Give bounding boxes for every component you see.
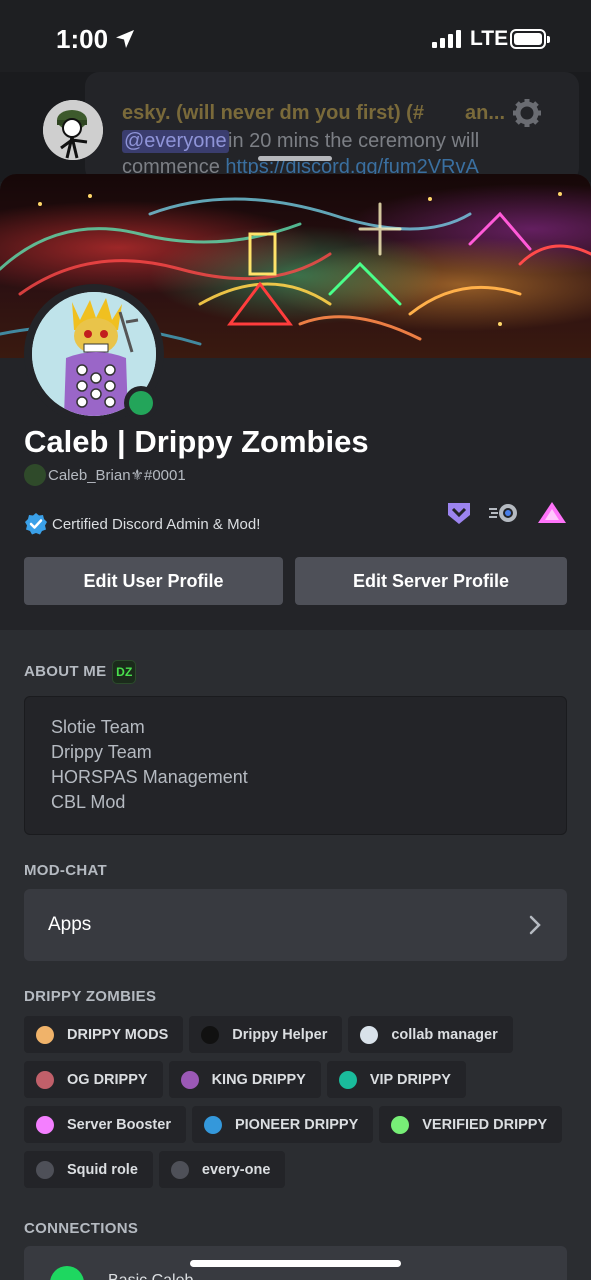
gear-icon[interactable]: [512, 98, 542, 128]
edit-server-profile-button[interactable]: Edit Server Profile: [295, 557, 567, 605]
online-status-indicator: [124, 386, 158, 420]
role-name: collab manager: [391, 1026, 498, 1043]
role-color-dot: [180, 1070, 199, 1089]
apps-label: Apps: [48, 914, 92, 935]
about-me-heading: ABOUT ME DZ: [24, 660, 137, 684]
boost-badge-icon[interactable]: [536, 500, 568, 526]
hypesquad-badge-icon[interactable]: [446, 500, 472, 526]
edit-user-profile-button[interactable]: Edit User Profile: [24, 557, 283, 605]
role-color-dot: [36, 1160, 54, 1179]
sheet-drag-handle[interactable]: [258, 156, 332, 161]
custom-status: Certified Discord Admin & Mod!: [24, 512, 260, 536]
apps-row[interactable]: Apps: [24, 889, 567, 961]
network-type: LTE: [470, 27, 509, 50]
connections-heading: CONNECTIONS: [24, 1220, 139, 1237]
spotify-icon: [50, 1266, 84, 1280]
role-name: Server Booster: [67, 1116, 171, 1133]
status-time: 1:00: [56, 24, 109, 54]
role-color-dot: [203, 1115, 222, 1134]
home-indicator: [190, 1260, 401, 1267]
about-line: Drippy Team: [51, 742, 152, 762]
about-line: CBL Mod: [51, 792, 126, 812]
role-chip[interactable]: Squid role: [24, 1151, 153, 1188]
background-sidebar: [0, 102, 28, 182]
profile-sheet: Caleb | Drippy Zombies Caleb_Brian⚜#0001…: [0, 174, 591, 1280]
role-chip[interactable]: collab manager: [348, 1016, 513, 1053]
role-name: VERIFIED DRIPPY: [422, 1116, 548, 1133]
mini-avatar: [24, 464, 46, 486]
role-chip[interactable]: VIP DRIPPY: [326, 1061, 466, 1098]
role-color-dot: [36, 1115, 54, 1134]
location-arrow-icon: [116, 30, 134, 48]
battery-icon: [510, 29, 550, 49]
role-chip[interactable]: Server Booster: [24, 1106, 186, 1143]
about-line: Slotie Team: [51, 717, 145, 737]
role-name: VIP DRIPPY: [369, 1071, 451, 1088]
notification-title-suffix: an...: [465, 102, 506, 124]
cellular-signal-icon: [432, 30, 461, 48]
role-color-dot: [36, 1025, 54, 1044]
nitro-badge-icon[interactable]: [488, 500, 520, 526]
about-line: HORSPAS Management: [51, 767, 248, 787]
username-row: Caleb_Brian⚜#0001: [24, 464, 186, 486]
about-me-box: Slotie Team Drippy Team HORSPAS Manageme…: [24, 696, 567, 835]
display-name: Caleb | Drippy Zombies: [24, 424, 369, 459]
role-name: DRIPPY MODS: [67, 1026, 169, 1043]
role-chip[interactable]: DRIPPY MODS: [24, 1016, 184, 1053]
roles-heading: DRIPPY ZOMBIES: [24, 988, 157, 1005]
background-channel-view: esky. (will never dm you first) (# an...…: [0, 72, 591, 182]
role-chip[interactable]: every-one: [158, 1151, 286, 1188]
role-name: every-one: [201, 1161, 271, 1178]
role-color-dot: [360, 1025, 379, 1044]
verified-check-icon: [25, 513, 47, 535]
role-color-dot: [170, 1160, 189, 1179]
role-name: KING DRIPPY: [211, 1071, 306, 1088]
notification-message: in 20 mins the ceremony will: [228, 130, 480, 152]
role-chip[interactable]: OG DRIPPY: [24, 1061, 163, 1098]
mod-chat-heading: MOD-CHAT: [24, 862, 107, 879]
role-name: OG DRIPPY: [67, 1071, 148, 1088]
role-name: Squid role: [67, 1161, 138, 1178]
everyone-mention[interactable]: @everyone: [122, 130, 229, 153]
role-color-dot: [391, 1115, 410, 1134]
notification-title: esky. (will never dm you first) (#: [122, 102, 424, 124]
notification-avatar: [43, 100, 103, 160]
role-name: PIONEER DRIPPY: [234, 1116, 359, 1133]
dz-emoji-icon: DZ: [112, 660, 137, 684]
chevron-right-icon: [529, 915, 541, 935]
role-color-dot: [201, 1025, 220, 1044]
role-chip[interactable]: Drippy Helper: [189, 1016, 343, 1053]
role-color-dot: [36, 1070, 54, 1089]
username: Caleb_Brian⚜#0001: [48, 467, 186, 484]
status-bar: 1:00 LTE: [0, 0, 591, 72]
role-list: DRIPPY MODS Drippy Helper collab manager OG…: [24, 1016, 574, 1188]
role-color-dot: [338, 1070, 357, 1089]
connection-name: Basic Caleb: [108, 1272, 193, 1280]
custom-status-text: Certified Discord Admin & Mod!: [52, 515, 261, 533]
badge-row: [446, 500, 568, 526]
role-chip[interactable]: VERIFIED DRIPPY: [379, 1106, 563, 1143]
role-chip[interactable]: PIONEER DRIPPY: [191, 1106, 374, 1143]
role-chip[interactable]: KING DRIPPY: [168, 1061, 321, 1098]
role-name: Drippy Helper: [232, 1026, 328, 1043]
